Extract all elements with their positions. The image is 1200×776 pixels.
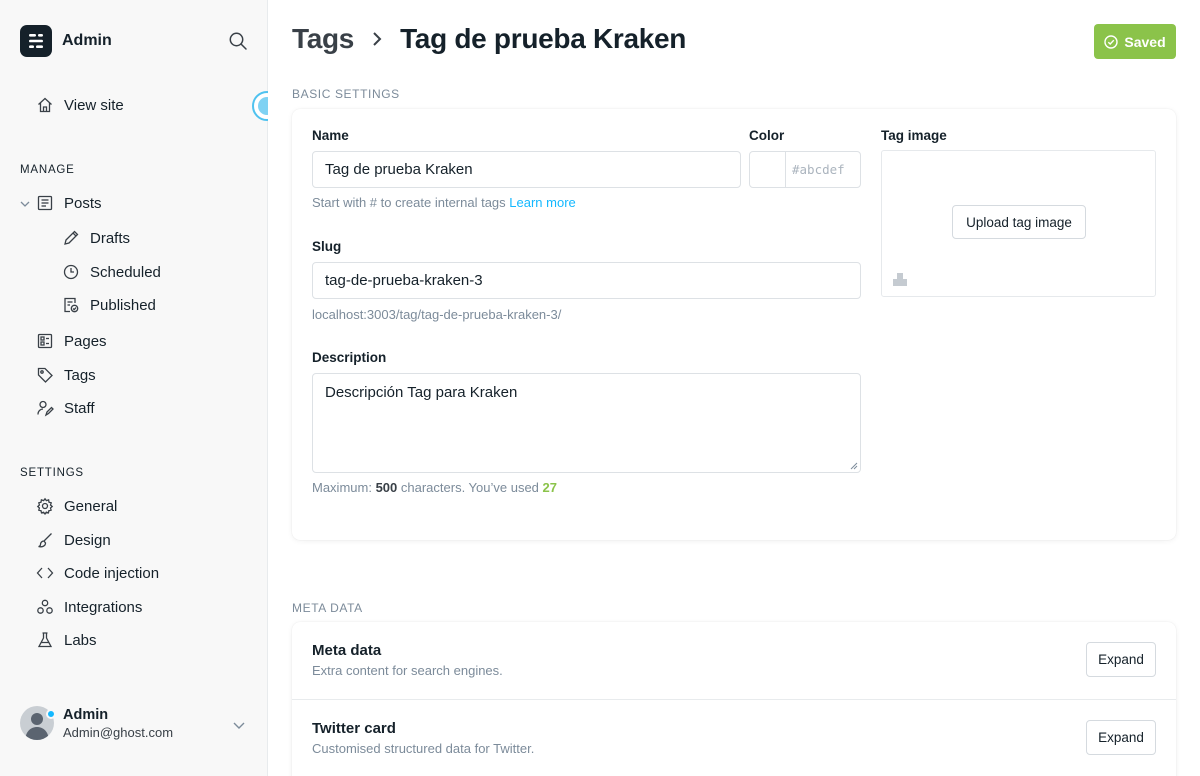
- sidebar-item-label: Pages: [64, 332, 107, 350]
- save-button-label: Saved: [1124, 33, 1166, 50]
- user-name: Admin: [63, 706, 109, 723]
- expand-meta-data-button[interactable]: Expand: [1086, 642, 1156, 677]
- basic-settings-title: BASIC SETTINGS: [292, 87, 400, 101]
- sidebar-item-label: Labs: [64, 631, 97, 649]
- meta-data-title: META DATA: [292, 601, 363, 615]
- user-email: Admin@ghost.com: [63, 724, 174, 740]
- flask-icon: [37, 632, 53, 648]
- name-input[interactable]: Tag de prueba Kraken: [312, 151, 741, 188]
- save-button[interactable]: Saved: [1094, 24, 1176, 59]
- gear-icon: [36, 497, 54, 515]
- sidebar-item-staff[interactable]: Staff: [36, 399, 95, 417]
- name-label: Name: [312, 128, 349, 143]
- description-label: Description: [312, 350, 387, 365]
- color-field[interactable]: # abcdef: [749, 151, 861, 188]
- sidebar-item-general[interactable]: General: [36, 497, 117, 515]
- home-icon: [38, 97, 52, 113]
- description-counter: Maximum: 500 characters. You’ve used 27: [312, 480, 557, 495]
- tag-icon: [37, 367, 53, 383]
- meta-data-row: Meta data Extra content for search engin…: [292, 622, 1176, 700]
- chevron-right-icon: [373, 32, 382, 46]
- sidebar-item-published[interactable]: Published: [62, 296, 156, 314]
- breadcrumb: Tags Tag de prueba Kraken: [292, 23, 686, 55]
- upload-tag-image-button[interactable]: Upload tag image: [952, 205, 1086, 239]
- slug-input[interactable]: tag-de-prueba-kraken-3: [312, 262, 861, 299]
- clock-icon: [63, 264, 79, 280]
- integrations-icon: [37, 599, 53, 614]
- chevron-down-icon[interactable]: [232, 718, 246, 732]
- sidebar-item-label: Design: [64, 531, 111, 549]
- notification-dot: [46, 709, 56, 719]
- page-title: Tag de prueba Kraken: [400, 23, 687, 54]
- published-icon: [64, 297, 79, 313]
- settings-section-title: SETTINGS: [20, 467, 84, 479]
- color-input[interactable]: # abcdef: [786, 152, 845, 187]
- twitter-card-row: Twitter card Customised structured data …: [292, 699, 1176, 776]
- tag-image-uploader[interactable]: Upload tag image: [881, 150, 1156, 297]
- meta-row-description: Customised structured data for Twitter.: [312, 741, 535, 756]
- main-content: Tags Tag de prueba Kraken Saved BASIC SE…: [268, 0, 1200, 776]
- sidebar-item-label: Integrations: [64, 598, 143, 616]
- resize-handle-icon[interactable]: [850, 462, 858, 470]
- image-icon: [893, 273, 907, 286]
- sidebar-item-design[interactable]: Design: [36, 531, 111, 549]
- check-circle-icon: [1104, 34, 1119, 49]
- pages-icon: [37, 333, 53, 349]
- code-icon: [36, 567, 54, 579]
- ghost-logo-icon: [20, 25, 52, 57]
- manage-section-title: MANAGE: [20, 164, 75, 176]
- chevron-down-icon[interactable]: [19, 198, 31, 210]
- meta-data-card: Meta data Extra content for search engin…: [292, 622, 1176, 776]
- sidebar-item-label: Tags: [64, 366, 96, 384]
- posts-icon: [37, 195, 53, 211]
- brush-icon: [38, 533, 52, 548]
- sidebar-item-labs[interactable]: Labs: [36, 631, 97, 649]
- color-swatch[interactable]: [750, 152, 786, 187]
- sidebar-item-label: Published: [90, 296, 156, 314]
- brand-name: Admin: [62, 32, 112, 49]
- basic-settings-card: Name Tag de prueba Kraken Start with # t…: [292, 109, 1176, 540]
- sidebar-item-label: General: [64, 497, 118, 515]
- sidebar-item-scheduled[interactable]: Scheduled: [62, 263, 161, 281]
- sidebar-item-drafts[interactable]: Drafts: [62, 229, 130, 247]
- sidebar-item-label: Drafts: [90, 229, 131, 247]
- brand[interactable]: Admin: [20, 25, 112, 57]
- user-menu[interactable]: Admin Admin@ghost.com: [20, 706, 250, 740]
- sidebar-item-label: Staff: [64, 399, 95, 417]
- sidebar-item-label: Posts: [64, 194, 102, 212]
- description-textarea[interactable]: Descripción Tag para Kraken: [312, 373, 861, 473]
- sidebar-item-code-injection[interactable]: Code injection: [36, 564, 159, 582]
- staff-icon: [37, 400, 54, 417]
- sidebar-item-label: View site: [64, 96, 124, 114]
- meta-row-description: Extra content for search engines.: [312, 663, 503, 678]
- slug-label: Slug: [312, 239, 342, 254]
- sidebar-item-posts[interactable]: Posts: [36, 194, 102, 212]
- learn-more-link[interactable]: Learn more: [509, 195, 575, 210]
- sidebar-item-label: Scheduled: [90, 263, 161, 281]
- sidebar-item-pages[interactable]: Pages: [36, 332, 107, 350]
- sidebar-item-tags[interactable]: Tags: [36, 366, 96, 384]
- search-icon[interactable]: [228, 31, 248, 51]
- color-label: Color: [749, 128, 785, 143]
- description-text: Descripción Tag para Kraken: [325, 384, 518, 401]
- sidebar-item-view-site[interactable]: View site: [36, 96, 124, 114]
- meta-row-title: Meta data: [312, 642, 382, 659]
- pencil-icon: [64, 230, 79, 245]
- sidebar: Admin View site MANAGE Posts Drafts Sche…: [0, 0, 268, 776]
- meta-row-title: Twitter card: [312, 720, 396, 737]
- sidebar-item-label: Code injection: [64, 564, 160, 582]
- breadcrumb-tags-link[interactable]: Tags: [292, 23, 354, 55]
- sidebar-item-integrations[interactable]: Integrations: [36, 598, 142, 616]
- tag-image-label: Tag image: [881, 128, 947, 143]
- expand-twitter-card-button[interactable]: Expand: [1086, 720, 1156, 755]
- name-hint: Start with # to create internal tags Lea…: [312, 195, 576, 210]
- slug-url: localhost:3003/tag/tag-de-prueba-kraken-…: [312, 307, 562, 322]
